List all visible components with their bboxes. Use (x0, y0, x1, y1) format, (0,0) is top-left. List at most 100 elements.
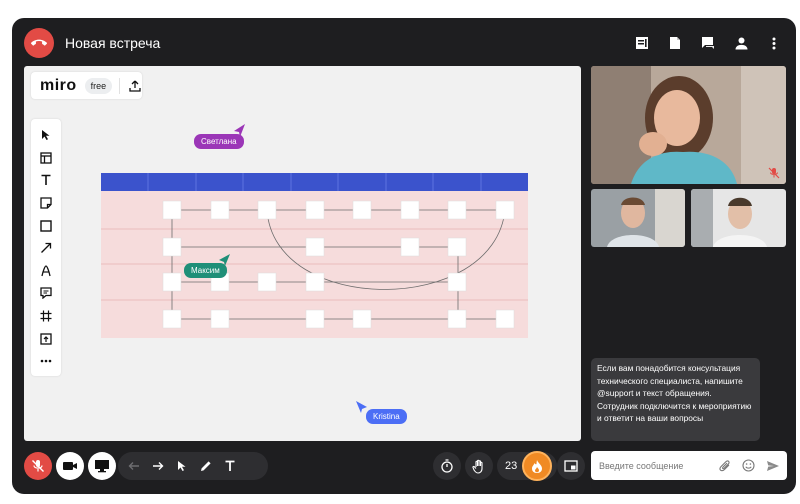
shape-icon (40, 219, 52, 232)
picture-in-picture-icon (564, 460, 578, 472)
sticky-note (210, 309, 230, 329)
arrow-right-icon (153, 462, 164, 470)
camera-button[interactable] (56, 452, 84, 480)
sticky-note (305, 272, 325, 292)
pencil-icon (201, 461, 211, 471)
tool-upload[interactable] (35, 327, 57, 350)
participant-video (691, 189, 786, 247)
connector-arrow-icon (41, 243, 52, 254)
paperclip-icon (718, 460, 730, 472)
conference-window: Новая встреча miro free Светлана Максим … (12, 18, 796, 494)
video-tile-main[interactable] (591, 66, 786, 184)
participant-video (591, 66, 786, 184)
participants-icon (735, 37, 747, 49)
whiteboard[interactable]: miro free Светлана Максим Kristina (24, 66, 581, 441)
tool-more[interactable] (35, 350, 57, 373)
table-header-row (101, 173, 528, 191)
tool-connector[interactable] (35, 237, 57, 260)
sticky-note (495, 309, 515, 329)
chat-message: Если вам понадобится консультация технич… (591, 358, 760, 441)
tool-shape[interactable] (35, 214, 57, 237)
sticky-note (352, 200, 372, 220)
message-input[interactable] (599, 457, 709, 474)
chat-button[interactable] (698, 33, 718, 53)
pointer-button[interactable] (174, 458, 190, 474)
board-canvas[interactable] (24, 66, 581, 441)
document-button[interactable] (665, 33, 685, 53)
cursor-arrow-kristina (356, 401, 367, 413)
more-icon (772, 37, 776, 49)
sticky-note (352, 309, 372, 329)
chat-icon (702, 37, 714, 49)
message-box (591, 451, 787, 480)
send-button[interactable] (765, 458, 780, 473)
raise-hand-button[interactable] (465, 452, 493, 480)
sticky-note (257, 272, 277, 292)
fire-icon (532, 459, 542, 473)
end-call-icon (31, 39, 47, 46)
mic-off-icon (768, 167, 780, 179)
sticky-note (400, 200, 420, 220)
notes-button[interactable] (632, 33, 652, 53)
sticky-note (162, 200, 182, 220)
draw-button[interactable] (198, 458, 214, 474)
text-button[interactable] (222, 458, 238, 474)
template-icon (40, 152, 52, 164)
screen-share-button[interactable] (88, 452, 116, 480)
arrow-left-icon (128, 462, 139, 470)
tool-sticky-note[interactable] (35, 192, 57, 215)
text-icon (225, 460, 235, 471)
tool-select[interactable] (35, 124, 57, 147)
tool-frame[interactable] (35, 305, 57, 328)
video-tile-2[interactable] (591, 189, 685, 247)
sticky-note (162, 309, 182, 329)
select-cursor-icon (42, 130, 50, 141)
tool-comment[interactable] (35, 282, 57, 305)
document-icon (670, 37, 680, 49)
notes-icon (636, 37, 648, 49)
frame-icon (40, 310, 52, 322)
pen-icon (41, 265, 51, 276)
tool-templates[interactable] (35, 147, 57, 170)
camera-icon (63, 462, 77, 470)
video-tile-3[interactable] (691, 189, 786, 247)
redo-button[interactable] (150, 458, 166, 474)
hand-icon (472, 459, 483, 474)
timer-button[interactable] (433, 452, 461, 480)
smiley-icon (742, 459, 755, 472)
more-button[interactable] (764, 33, 784, 53)
sticky-note (305, 200, 325, 220)
mute-button[interactable] (24, 452, 52, 480)
miro-logo: miro (40, 76, 77, 94)
navigation-tools (118, 452, 268, 480)
end-call-button[interactable] (24, 28, 54, 58)
sticky-note (162, 237, 182, 257)
participants-button[interactable] (731, 33, 751, 53)
plan-badge: free (84, 77, 113, 94)
picture-in-picture-button[interactable] (557, 452, 585, 480)
undo-button[interactable] (126, 458, 142, 474)
reactions-count: 23 (505, 460, 518, 472)
participant-video (591, 189, 685, 247)
sticky-note (400, 237, 420, 257)
tool-text[interactable] (35, 169, 57, 192)
divider (119, 77, 121, 94)
cursor-label-maksim: Максим (184, 263, 227, 278)
more-tools-icon (40, 359, 52, 363)
emoji-button[interactable] (741, 458, 756, 473)
sticky-note (305, 237, 325, 257)
sticky-note-icon (40, 197, 52, 209)
upload-icon (129, 80, 141, 92)
meeting-title: Новая встреча (65, 35, 161, 51)
cursor-label-kristina: Kristina (366, 409, 407, 424)
attach-button[interactable] (717, 458, 732, 473)
sticky-note (447, 272, 467, 292)
sticky-note (210, 200, 230, 220)
sticky-note (495, 200, 515, 220)
export-button[interactable] (128, 78, 142, 94)
stopwatch-icon (441, 459, 453, 473)
comment-icon (40, 287, 52, 300)
tool-pen[interactable] (35, 260, 57, 283)
reaction-button[interactable] (522, 451, 552, 481)
sticky-note (447, 200, 467, 220)
